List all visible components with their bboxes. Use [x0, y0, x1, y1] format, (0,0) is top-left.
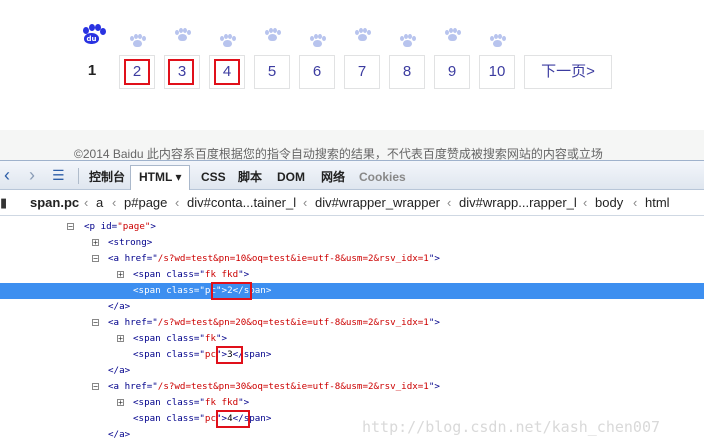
tree-node-span-fk-fkd[interactable]: + <span class="fk fkd">: [0, 267, 704, 283]
breadcrumb-separator: ‹: [303, 195, 308, 210]
tab-css[interactable]: CSS: [201, 166, 226, 188]
page-link-8[interactable]: 8: [389, 55, 425, 89]
html-tree-panel: − <p id="page"> + <strong> − <a href="/s…: [0, 216, 704, 447]
breadcrumb-edge-icon: ▮: [0, 195, 8, 210]
breadcrumb-separator: ‹: [633, 195, 638, 210]
paw-icon: [220, 34, 236, 48]
tree-node-span-pc-selected[interactable]: <span class="pc">2</span>: [0, 283, 704, 299]
tree-node-a[interactable]: − <a href="/s?wd=test&pn=10&oq=test&ie=u…: [0, 251, 704, 267]
breadcrumb-separator: ‹: [583, 195, 588, 210]
tab-dom[interactable]: DOM: [277, 166, 305, 188]
tab-html-label: HTML: [139, 170, 173, 184]
paw-icon: [310, 34, 326, 48]
tree-node-p[interactable]: − <p id="page">: [0, 219, 704, 235]
breadcrumb-item[interactable]: div#conta...tainer_l: [187, 190, 296, 216]
page-link-7[interactable]: 7: [344, 55, 380, 89]
highlight-box-page-4: [214, 59, 240, 85]
collapse-toggle-icon[interactable]: −: [67, 223, 74, 231]
tree-node-strong[interactable]: + <strong>: [0, 235, 704, 251]
paw-icon: [490, 34, 506, 48]
expand-toggle-icon[interactable]: +: [117, 335, 124, 343]
collapse-toggle-icon[interactable]: −: [92, 319, 99, 327]
tree-node-a-close: </a>: [108, 301, 131, 312]
devtools-toolbar: ‹ › ☰ 控制台 HTML ▾ CSS 脚本 DOM 网络 Cookies: [0, 160, 704, 190]
breadcrumb-separator: ‹: [112, 195, 117, 210]
breadcrumb-item[interactable]: html: [645, 190, 670, 216]
page-link-6[interactable]: 6: [299, 55, 335, 89]
breadcrumb-item[interactable]: body: [595, 190, 623, 216]
breadcrumb: ▮ span.pc ‹ a ‹ p#page ‹ div#conta...tai…: [0, 190, 704, 216]
page-footer: ©2014 Baidu 此内容系百度根据您的指令自动搜索的结果，不代表百度赞成被…: [0, 130, 704, 161]
search-pager: du 1 2 3 4 5 6 7 8 9 10 下一页>: [0, 0, 704, 130]
expand-toggle-icon[interactable]: +: [117, 271, 124, 279]
paw-icon: [400, 34, 416, 48]
toolbar-separator: [78, 168, 79, 184]
highlight-box-page-3: [168, 59, 194, 85]
breadcrumb-separator: ‹: [175, 195, 180, 210]
highlight-box-page-2: [124, 59, 150, 85]
breadcrumb-separator: ‹: [84, 195, 89, 210]
forward-arrow-icon[interactable]: ›: [29, 164, 35, 186]
paw-icon: [355, 28, 371, 42]
paw-icon: [445, 28, 461, 42]
breadcrumb-separator: ‹: [447, 195, 452, 210]
watermark: http://blog.csdn.net/kash_chen007: [362, 418, 661, 436]
expand-toggle-icon[interactable]: +: [92, 239, 99, 247]
panel-list-icon[interactable]: ☰: [52, 164, 65, 186]
paw-icon: [130, 34, 146, 48]
collapse-toggle-icon[interactable]: −: [92, 255, 99, 263]
page-link-5[interactable]: 5: [254, 55, 290, 89]
tab-net[interactable]: 网络: [321, 166, 345, 188]
current-page: 1: [80, 55, 104, 89]
paw-icon: [175, 28, 191, 42]
tab-cookies[interactable]: Cookies: [359, 166, 406, 188]
page-link-10[interactable]: 10: [479, 55, 515, 89]
back-arrow-icon[interactable]: ‹: [4, 164, 10, 186]
highlight-box-pc-3: [216, 346, 243, 364]
breadcrumb-item[interactable]: a: [96, 190, 103, 216]
breadcrumb-item[interactable]: div#wrapp...rapper_l: [459, 190, 577, 216]
collapse-toggle-icon[interactable]: −: [92, 383, 99, 391]
chevron-down-icon[interactable]: ▾: [175, 170, 181, 184]
expand-toggle-icon[interactable]: +: [117, 399, 124, 407]
baidu-paw-icon: du: [80, 24, 106, 48]
highlight-box-pc-4: [216, 410, 250, 428]
highlight-box-pc-2: [211, 282, 252, 300]
breadcrumb-item[interactable]: p#page: [124, 190, 167, 216]
breadcrumb-item[interactable]: span.pc: [30, 190, 79, 216]
tab-script[interactable]: 脚本: [238, 166, 262, 188]
tree-node-span-fk[interactable]: + <span class="fk">: [0, 331, 704, 347]
tab-console[interactable]: 控制台: [89, 166, 125, 188]
tree-node-a[interactable]: − <a href="/s?wd=test&pn=30&oq=test&ie=u…: [0, 379, 704, 395]
tree-node-span-pc[interactable]: <span class="pc">3</span>: [0, 347, 704, 363]
paw-icon: [265, 28, 281, 42]
breadcrumb-item[interactable]: div#wrapper_wrapper: [315, 190, 440, 216]
page-link-9[interactable]: 9: [434, 55, 470, 89]
tree-node-a-close: </a>: [108, 365, 131, 376]
tab-html[interactable]: HTML ▾: [130, 165, 191, 190]
next-page-button[interactable]: 下一页>: [524, 55, 612, 89]
tree-node-a[interactable]: − <a href="/s?wd=test&pn=20&oq=test&ie=u…: [0, 315, 704, 331]
tree-node-span-fk-fkd[interactable]: + <span class="fk fkd">: [0, 395, 704, 411]
